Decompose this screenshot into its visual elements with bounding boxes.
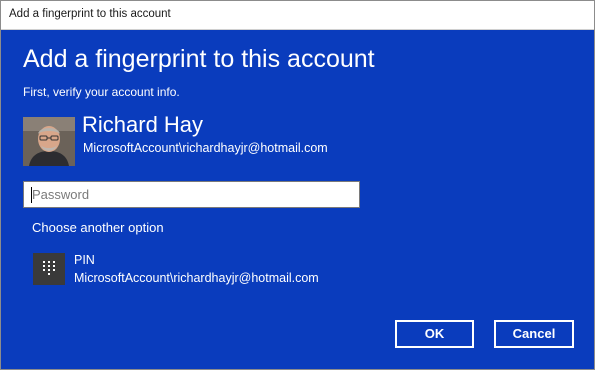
option-pin[interactable]: PIN MicrosoftAccount\richardhayjr@hotmai… <box>29 250 349 294</box>
option-account: MicrosoftAccount\richardhayjr@hotmail.co… <box>74 271 319 285</box>
ok-button[interactable]: OK <box>395 320 474 348</box>
pin-keypad-icon <box>33 253 65 285</box>
user-name: Richard Hay <box>82 112 204 137</box>
dialog-content: Add a fingerprint to this account First,… <box>1 30 594 369</box>
option-title: PIN <box>74 253 95 267</box>
text-caret <box>31 187 32 203</box>
password-input[interactable] <box>24 182 359 207</box>
window-title: Add a fingerprint to this account <box>9 8 171 20</box>
cancel-button[interactable]: Cancel <box>494 320 574 348</box>
choose-another-option-link[interactable]: Choose another option <box>32 220 164 235</box>
avatar <box>23 117 75 166</box>
password-field[interactable] <box>23 181 360 208</box>
user-photo-icon <box>23 117 75 166</box>
title-bar[interactable]: Add a fingerprint to this account <box>1 1 594 30</box>
dialog-heading: Add a fingerprint to this account <box>23 45 375 73</box>
dialog-subtitle: First, verify your account info. <box>23 85 180 99</box>
user-account: MicrosoftAccount\richardhayjr@hotmail.co… <box>83 141 328 155</box>
dialog-window: Add a fingerprint to this account Add a … <box>0 0 595 370</box>
